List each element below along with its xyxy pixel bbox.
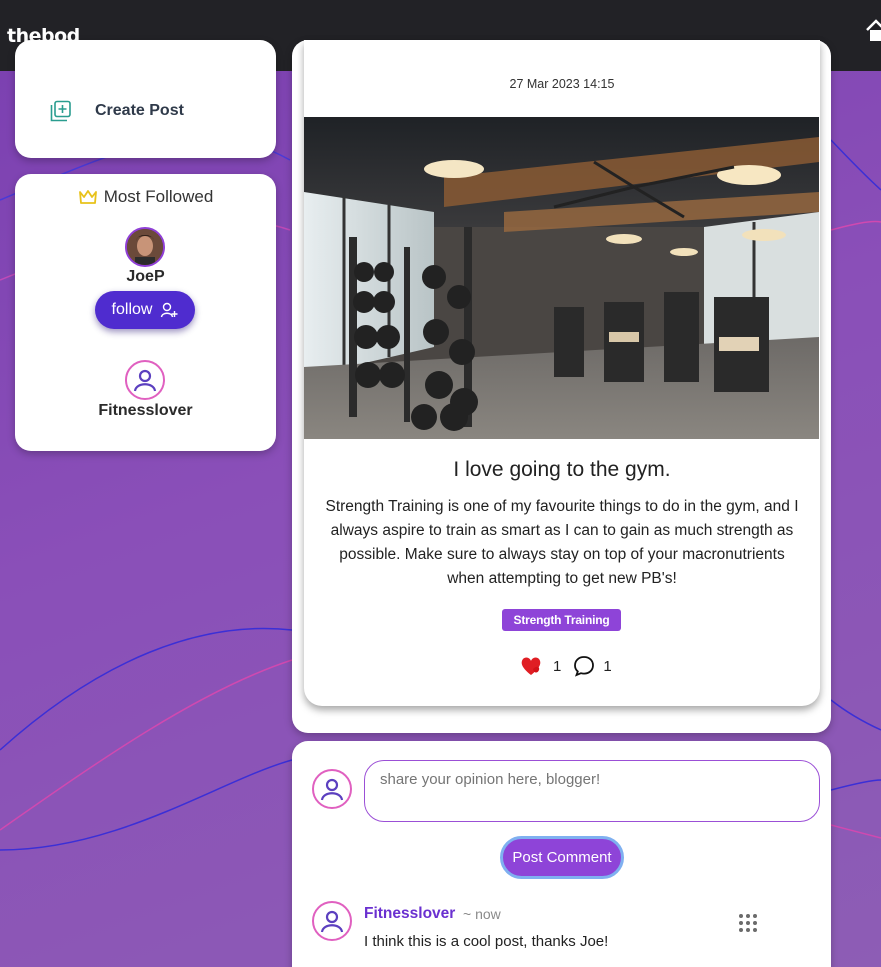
user-icon bbox=[320, 778, 344, 801]
comment-count: 1 bbox=[603, 657, 612, 675]
like-heart-icon[interactable] bbox=[519, 655, 545, 677]
most-followed-heading: Most Followed bbox=[15, 187, 276, 207]
follow-button[interactable]: follow bbox=[95, 291, 195, 329]
user-name-fitnesslover[interactable]: Fitnesslover bbox=[15, 402, 276, 420]
most-followed-card: Most Followed JoeP follow Fitnesslover bbox=[15, 174, 276, 451]
post-tag[interactable]: Strength Training bbox=[502, 609, 621, 631]
comment-author[interactable]: Fitnesslover bbox=[364, 905, 455, 923]
comment-bubble-icon[interactable] bbox=[573, 655, 595, 677]
add-user-icon bbox=[161, 302, 178, 318]
comment-text: I think this is a cool post, thanks Joe! bbox=[364, 933, 609, 950]
create-post-label: Create Post bbox=[95, 102, 184, 119]
post-date: 27 Mar 2023 14:15 bbox=[509, 77, 615, 91]
user-icon bbox=[133, 369, 157, 392]
avatar-fitnesslover[interactable] bbox=[125, 360, 165, 400]
post-comment-button[interactable]: Post Comment bbox=[500, 836, 624, 879]
most-followed-title: Most Followed bbox=[103, 187, 214, 206]
post-title: I love going to the gym. bbox=[453, 458, 671, 481]
crown-icon bbox=[78, 190, 97, 204]
post-body: Strength Training is one of my favourite… bbox=[325, 498, 799, 587]
comment-author-avatar[interactable] bbox=[312, 901, 352, 941]
comment-input[interactable] bbox=[364, 760, 820, 822]
avatar-joep[interactable] bbox=[125, 227, 165, 267]
follow-label: follow bbox=[111, 301, 153, 318]
current-user-avatar bbox=[312, 769, 352, 809]
like-count: 1 bbox=[553, 657, 562, 675]
drag-handle-icon[interactable] bbox=[737, 912, 759, 934]
post-stats: 1 1 bbox=[519, 655, 624, 677]
create-post-button[interactable]: Create Post bbox=[50, 100, 184, 122]
post-image bbox=[304, 117, 819, 439]
add-box-icon bbox=[50, 100, 71, 122]
home-icon[interactable] bbox=[865, 18, 881, 44]
user-icon bbox=[320, 910, 344, 933]
comment-timestamp: ~ now bbox=[463, 906, 501, 922]
user-name-joep[interactable]: JoeP bbox=[15, 268, 276, 286]
create-post-card: Create Post bbox=[15, 40, 276, 158]
